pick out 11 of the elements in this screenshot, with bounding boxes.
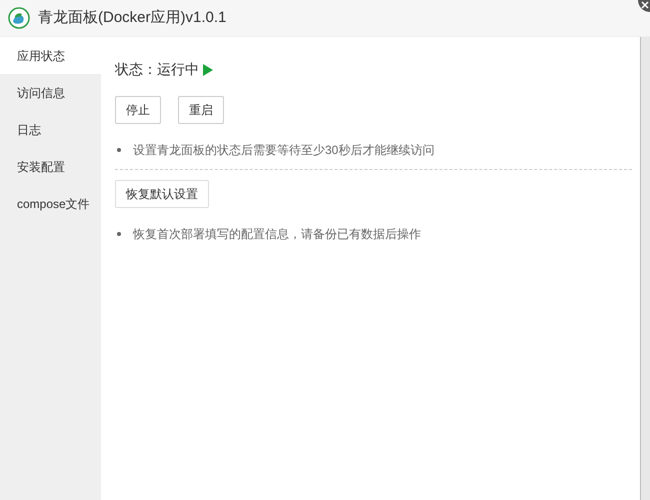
note-text: 恢复首次部署填写的配置信息，请备份已有数据后操作 xyxy=(133,226,421,243)
window-title: 青龙面板(Docker应用)v1.0.1 xyxy=(38,8,226,28)
note-text: 设置青龙面板的状态后需要等待至少30秒后才能继续访问 xyxy=(133,142,434,159)
bullet-icon xyxy=(117,148,121,152)
status-text: 状态：运行中 xyxy=(115,60,199,79)
action-button[interactable]: 停止 xyxy=(115,96,161,124)
app-logo-icon xyxy=(8,7,30,29)
sidebar-item[interactable]: 应用状态 xyxy=(0,37,101,74)
action-button[interactable]: 重启 xyxy=(178,96,224,124)
bullet-icon xyxy=(117,232,121,236)
reset-button[interactable]: 恢复默认设置 xyxy=(115,180,209,208)
